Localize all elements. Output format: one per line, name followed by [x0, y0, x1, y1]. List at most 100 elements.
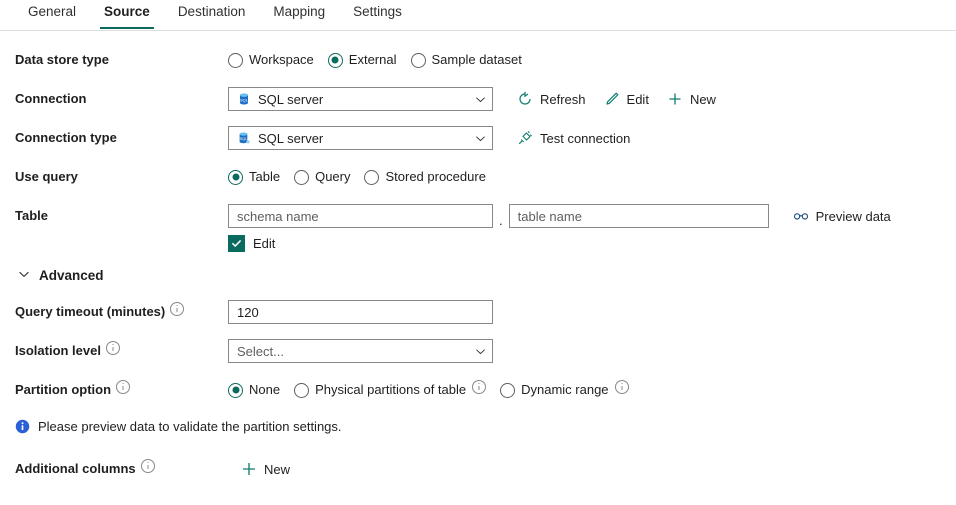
test-connection-label: Test connection: [540, 131, 630, 146]
radio-dynamic-range[interactable]: Dynamic range: [500, 382, 628, 398]
info-icon[interactable]: [116, 380, 130, 394]
radio-stored-procedure[interactable]: Stored procedure: [364, 169, 485, 185]
row-additional-columns: Additional columns New: [0, 454, 956, 484]
plug-icon: [517, 130, 533, 146]
radio-workspace-dot: [228, 53, 243, 68]
chevron-down-icon: [475, 94, 486, 105]
info-icon[interactable]: [170, 302, 184, 316]
preview-data-label: Preview data: [816, 209, 891, 224]
partition-message-text: Please preview data to validate the part…: [38, 419, 342, 434]
connection-type-dropdown[interactable]: SQL SQL server: [228, 126, 493, 150]
isolation-level-label-text: Isolation level: [15, 343, 101, 359]
preview-data-button[interactable]: Preview data: [793, 208, 891, 224]
refresh-label: Refresh: [540, 92, 586, 107]
schema-name-input[interactable]: schema name: [228, 204, 493, 228]
sql-server-icon: SQL: [237, 92, 251, 106]
row-data-store-type: Data store type Workspace External Sampl…: [0, 45, 956, 75]
radio-physical-partitions[interactable]: Physical partitions of table: [294, 382, 486, 398]
new-additional-column-label: New: [264, 462, 290, 477]
query-timeout-label-text: Query timeout (minutes): [15, 304, 165, 320]
radio-query-dot: [294, 170, 309, 185]
edit-connection-button[interactable]: Edit: [604, 91, 649, 107]
table-name-input[interactable]: table name: [509, 204, 769, 228]
data-store-type-label-text: Data store type: [15, 52, 109, 68]
tab-general-label: General: [28, 4, 76, 19]
radio-external[interactable]: External: [328, 52, 397, 68]
new-connection-label: New: [690, 92, 716, 107]
tab-destination-label: Destination: [178, 4, 246, 19]
connection-type-actions: Test connection: [517, 130, 630, 146]
connection-actions: Refresh Edit New: [517, 91, 716, 107]
radio-physical-partitions-label: Physical partitions of table: [315, 382, 466, 398]
schema-table-separator: .: [499, 213, 503, 228]
svg-text:SQL: SQL: [240, 137, 249, 141]
radio-external-dot: [328, 53, 343, 68]
additional-columns-label-text: Additional columns: [15, 461, 136, 477]
radio-table[interactable]: Table: [228, 169, 280, 185]
connection-type-value: SQL server: [258, 131, 323, 146]
partition-option-label-text: Partition option: [15, 382, 111, 398]
info-icon[interactable]: [141, 459, 155, 473]
advanced-section-title: Advanced: [39, 268, 104, 283]
radio-sample-dataset-label: Sample dataset: [432, 52, 522, 68]
radio-table-dot: [228, 170, 243, 185]
data-store-type-radio-group: Workspace External Sample dataset: [228, 52, 522, 68]
refresh-button[interactable]: Refresh: [517, 91, 586, 107]
new-additional-column-button[interactable]: New: [241, 461, 290, 477]
test-connection-button[interactable]: Test connection: [517, 130, 630, 146]
row-isolation-level: Isolation level Select...: [0, 336, 956, 366]
edit-checkbox-label[interactable]: Edit: [253, 236, 275, 251]
partition-option-label: Partition option: [15, 382, 228, 398]
chevron-down-icon: [475, 133, 486, 144]
additional-columns-actions: New: [241, 461, 290, 477]
use-query-radio-group: Table Query Stored procedure: [228, 169, 486, 185]
glasses-icon: [793, 208, 809, 224]
info-icon[interactable]: [472, 380, 486, 394]
chevron-down-icon: [475, 346, 486, 357]
isolation-level-label: Isolation level: [15, 343, 228, 359]
tab-general[interactable]: General: [14, 0, 90, 28]
query-timeout-value: 120: [237, 305, 259, 320]
tab-source-label: Source: [104, 4, 150, 19]
connection-label: Connection: [15, 91, 228, 107]
source-form: Data store type Workspace External Sampl…: [0, 31, 956, 484]
tab-source[interactable]: Source: [90, 0, 164, 28]
edit-checkbox-row: Edit: [0, 235, 956, 252]
edit-connection-label: Edit: [627, 92, 649, 107]
radio-partition-none[interactable]: None: [228, 382, 280, 398]
tab-strip: General Source Destination Mapping Setti…: [0, 0, 956, 31]
radio-physical-partitions-dot: [294, 383, 309, 398]
query-timeout-input[interactable]: 120: [228, 300, 493, 324]
row-partition-option: Partition option None Physical partition…: [0, 375, 956, 405]
table-actions: Preview data: [793, 208, 891, 224]
tab-settings[interactable]: Settings: [339, 0, 416, 28]
radio-partition-none-dot: [228, 383, 243, 398]
radio-sample-dataset-dot: [411, 53, 426, 68]
plus-icon: [667, 91, 683, 107]
connection-dropdown[interactable]: SQL SQL server: [228, 87, 493, 111]
radio-workspace-label: Workspace: [249, 52, 314, 68]
tab-mapping[interactable]: Mapping: [259, 0, 339, 28]
svg-text:SQL: SQL: [240, 97, 249, 102]
radio-query[interactable]: Query: [294, 169, 350, 185]
advanced-section-header[interactable]: Advanced: [0, 268, 956, 283]
row-use-query: Use query Table Query Stored procedure: [0, 162, 956, 192]
row-table: Table schema name . table name Preview d…: [0, 201, 956, 231]
radio-sample-dataset[interactable]: Sample dataset: [411, 52, 522, 68]
partition-option-radio-group: None Physical partitions of table Dynami…: [228, 382, 629, 398]
radio-dynamic-range-dot: [500, 383, 515, 398]
plus-icon: [241, 461, 257, 477]
tab-mapping-label: Mapping: [273, 4, 325, 19]
radio-workspace[interactable]: Workspace: [228, 52, 314, 68]
new-connection-button[interactable]: New: [667, 91, 716, 107]
radio-stored-procedure-dot: [364, 170, 379, 185]
table-name-placeholder: table name: [518, 209, 582, 224]
chevron-down-icon: [18, 268, 30, 283]
info-icon[interactable]: [615, 380, 629, 394]
info-icon[interactable]: [106, 341, 120, 355]
edit-checkbox[interactable]: [228, 235, 245, 252]
isolation-level-dropdown[interactable]: Select...: [228, 339, 493, 363]
tab-destination[interactable]: Destination: [164, 0, 260, 28]
row-query-timeout: Query timeout (minutes) 120: [0, 297, 956, 327]
radio-table-label: Table: [249, 169, 280, 185]
